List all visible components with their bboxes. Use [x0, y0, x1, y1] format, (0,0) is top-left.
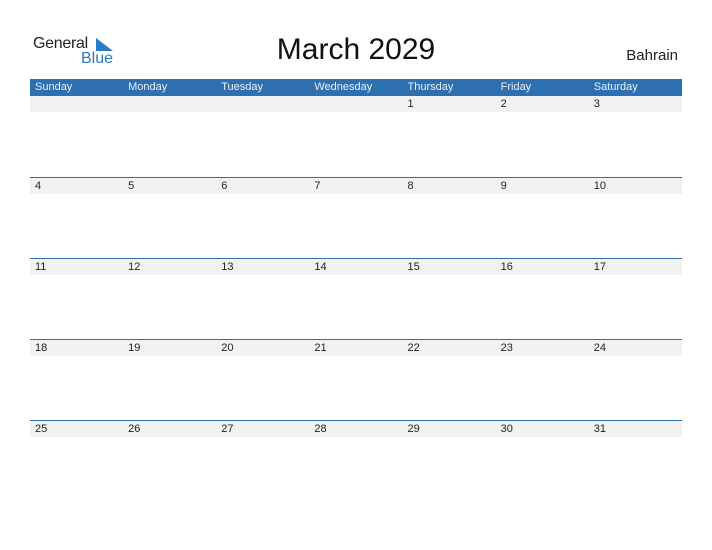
- weekday-monday: Monday: [128, 81, 168, 93]
- country-label: Bahrain: [626, 47, 678, 64]
- weekday-friday: Friday: [500, 81, 532, 93]
- day-cell: 14: [314, 261, 327, 273]
- day-cell: 15: [407, 261, 420, 273]
- day-cell: 10: [593, 180, 606, 192]
- day-cell: 6: [221, 180, 228, 192]
- week-row: 1 2 3: [30, 96, 682, 177]
- day-cell: 1: [407, 98, 414, 110]
- day-cell: 25: [35, 423, 48, 435]
- date-strip: 4 5 6 7 8 9 10: [30, 178, 682, 194]
- day-cell: 19: [128, 342, 141, 354]
- week-row: 25 26 27 28 29 30 31: [30, 420, 682, 501]
- day-cell: [309, 96, 402, 112]
- week-row: 11 12 13 14 15 16 17: [30, 258, 682, 339]
- day-cell: 8: [407, 180, 414, 192]
- day-cell: 27: [221, 423, 234, 435]
- weekday-thursday: Thursday: [407, 81, 454, 93]
- week-row: 18 19 20 21 22 23 24: [30, 339, 682, 420]
- day-cell: 31: [593, 423, 606, 435]
- day-cell: 22: [407, 342, 420, 354]
- day-cell: 18: [35, 342, 48, 354]
- date-strip: 11 12 13 14 15 16 17: [30, 259, 682, 275]
- day-cell: 24: [593, 342, 606, 354]
- day-cell: 7: [314, 180, 321, 192]
- weeks-container: 1 2 3 4 5 6 7 8 9 10 11 12 13 14 15 16 17 18 19 20 21 22 23 24 2…: [30, 96, 682, 501]
- day-cell: [30, 96, 123, 112]
- date-strip: 1 2 3: [30, 96, 682, 112]
- day-cell: 5: [128, 180, 135, 192]
- weekday-header: Sunday Monday Tuesday Wednesday Thursday…: [30, 79, 682, 96]
- calendar-grid: Sunday Monday Tuesday Wednesday Thursday…: [30, 79, 682, 501]
- day-cell: 4: [35, 180, 42, 192]
- day-cell: [216, 96, 309, 112]
- date-strip: 25 26 27 28 29 30 31: [30, 421, 682, 437]
- day-cell: [123, 96, 216, 112]
- day-cell: 3: [593, 98, 600, 110]
- day-cell: 11: [35, 261, 47, 273]
- weekday-saturday: Saturday: [593, 81, 638, 93]
- day-cell: 13: [221, 261, 234, 273]
- weekday-sunday: Sunday: [35, 81, 73, 93]
- day-cell: 21: [314, 342, 327, 354]
- calendar-title: March 2029: [276, 33, 436, 66]
- day-cell: 2: [500, 98, 507, 110]
- day-cell: 29: [407, 423, 420, 435]
- day-cell: 30: [500, 423, 513, 435]
- day-cell: 26: [128, 423, 141, 435]
- day-cell: 9: [500, 180, 507, 192]
- weekday-tuesday: Tuesday: [221, 81, 264, 93]
- date-strip: 18 19 20 21 22 23 24: [30, 340, 682, 356]
- day-cell: 16: [500, 261, 513, 273]
- day-cell: 17: [593, 261, 606, 273]
- weekday-wednesday: Wednesday: [314, 81, 373, 93]
- day-cell: 28: [314, 423, 327, 435]
- day-cell: 23: [500, 342, 513, 354]
- day-cell: 12: [128, 261, 141, 273]
- day-cell: 20: [221, 342, 234, 354]
- week-row: 4 5 6 7 8 9 10: [30, 177, 682, 258]
